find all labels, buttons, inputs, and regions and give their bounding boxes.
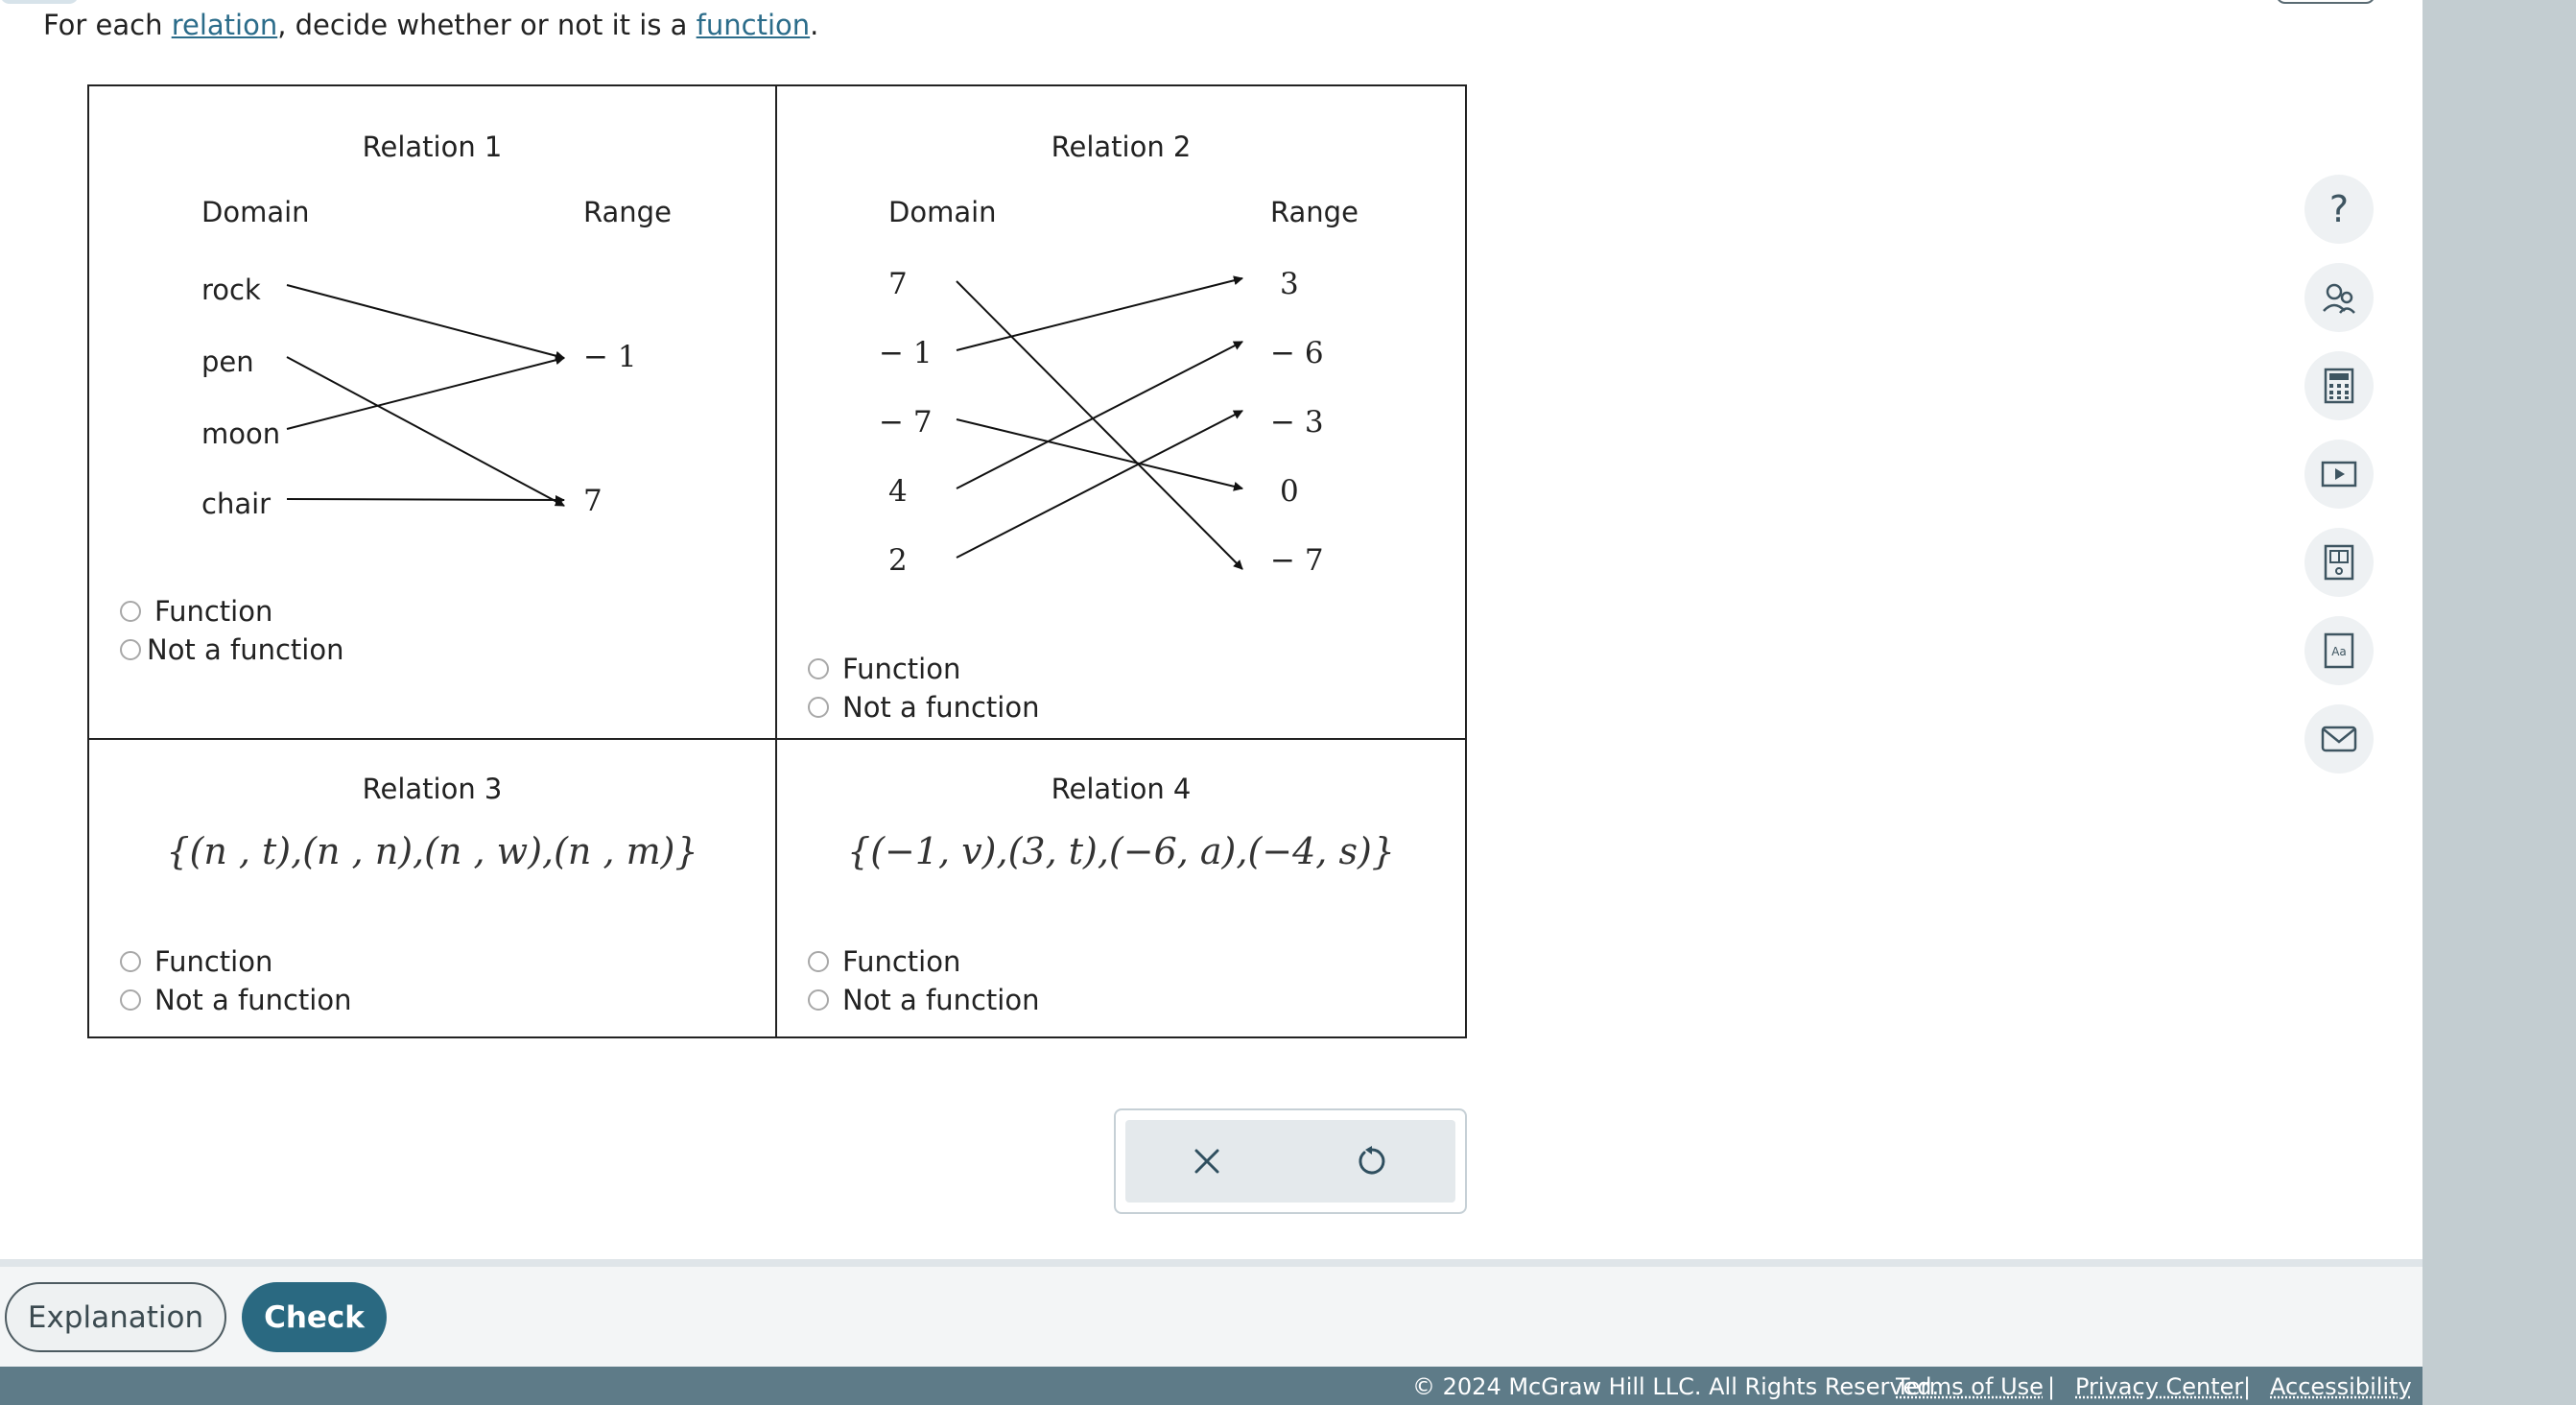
prompt-text: , decide whether or not it is a [277, 9, 697, 41]
close-icon[interactable] [1183, 1137, 1231, 1185]
footer-separator: | [2047, 1373, 2056, 1400]
footer-separator: | [2243, 1373, 2252, 1400]
footer: © 2024 McGraw Hill LLC. All Rights Reser… [0, 1367, 2422, 1405]
relation-4-function-option[interactable]: Function [808, 945, 960, 978]
relation-1-not-function-option[interactable]: Not a function [120, 633, 343, 666]
radio-button[interactable] [120, 951, 141, 972]
function-link[interactable]: function [697, 9, 810, 41]
ebook-icon[interactable] [2304, 528, 2374, 597]
mapping-arrow [286, 356, 565, 507]
radio-button[interactable] [808, 989, 829, 1011]
relation-3-function-option[interactable]: Function [120, 945, 272, 978]
answer-toolbox [1114, 1108, 1467, 1214]
relation-4-not-function-option[interactable]: Not a function [808, 984, 1039, 1016]
calculator-icon[interactable] [2304, 351, 2374, 420]
ask-instructor-icon[interactable] [2304, 263, 2374, 332]
terms-link[interactable]: Terms of Use [1896, 1373, 2044, 1400]
relation-2-arrows [956, 275, 1243, 570]
relation-3-set: {(n , t),(n , n),(n , w),(n , m)} [166, 830, 698, 872]
radio-button[interactable] [120, 989, 141, 1011]
mapping-arrow [956, 418, 1243, 491]
mapping-arrow [956, 410, 1243, 559]
mapping-arrow [956, 280, 1243, 570]
option-label: Function [154, 595, 273, 628]
option-label: Not a function [842, 984, 1040, 1016]
relation-4-title: Relation 4 [1051, 773, 1192, 805]
option-label: Not a function [147, 633, 344, 666]
question-prompt: For each relation, decide whether or not… [43, 8, 818, 42]
privacy-link[interactable]: Privacy Center [2075, 1373, 2243, 1400]
top-right-button[interactable] [2276, 0, 2375, 4]
option-label: Function [842, 945, 961, 978]
top-tab[interactable] [0, 0, 79, 4]
explanation-button[interactable]: Explanation [5, 1282, 226, 1352]
svg-text:Aa: Aa [2331, 645, 2347, 658]
option-label: Not a function [154, 984, 352, 1016]
mapping-arrow [956, 341, 1243, 489]
radio-button[interactable] [808, 658, 829, 679]
radio-button[interactable] [808, 697, 829, 718]
option-label: Function [842, 653, 961, 685]
prompt-text: For each [43, 9, 172, 41]
relation-2-function-option[interactable]: Function [808, 653, 960, 685]
relation-3-cell: Relation 3 {(n , t),(n , n),(n , w),(n ,… [89, 740, 777, 1036]
radio-button[interactable] [120, 639, 141, 660]
undo-icon[interactable] [1348, 1137, 1396, 1185]
mapping-arrow [956, 275, 1243, 351]
option-label: Not a function [842, 691, 1040, 724]
mapping-arrow [286, 355, 565, 430]
message-icon[interactable] [2304, 704, 2374, 774]
mapping-arrow [286, 284, 565, 361]
relations-grid: Relation 1 Domain Range rock pen moon ch… [87, 84, 1467, 1038]
relation-1-function-option[interactable]: Function [120, 595, 272, 628]
video-icon[interactable] [2304, 440, 2374, 509]
check-button[interactable]: Check [242, 1282, 387, 1352]
bottom-divider [0, 1259, 2422, 1267]
relation-2-cell: Relation 2 Domain Range 7 − 1 − 7 4 2 3 … [777, 86, 1465, 740]
accessibility-link[interactable]: Accessibility [2270, 1373, 2412, 1400]
prompt-text: . [810, 9, 819, 41]
right-gutter [2422, 0, 2576, 1405]
copyright-text: © 2024 McGraw Hill LLC. All Rights Reser… [1412, 1373, 1940, 1400]
mapping-arrow [286, 494, 565, 505]
radio-button[interactable] [808, 951, 829, 972]
relation-link[interactable]: relation [172, 9, 278, 41]
radio-button[interactable] [120, 601, 141, 622]
relation-2-not-function-option[interactable]: Not a function [808, 691, 1039, 724]
relation-4-set: {(−1, v),(3, t),(−6, a),(−4, s)} [847, 830, 1395, 872]
relation-3-not-function-option[interactable]: Not a function [120, 984, 351, 1016]
glossary-icon[interactable]: Aa [2304, 616, 2374, 685]
relation-4-cell: Relation 4 {(−1, v),(3, t),(−6, a),(−4, … [777, 740, 1465, 1036]
relation-1-cell: Relation 1 Domain Range rock pen moon ch… [89, 86, 777, 740]
help-icon[interactable]: ? [2304, 175, 2374, 244]
option-label: Function [154, 945, 273, 978]
relation-3-title: Relation 3 [362, 773, 503, 805]
toolbox-panel [1125, 1120, 1455, 1203]
